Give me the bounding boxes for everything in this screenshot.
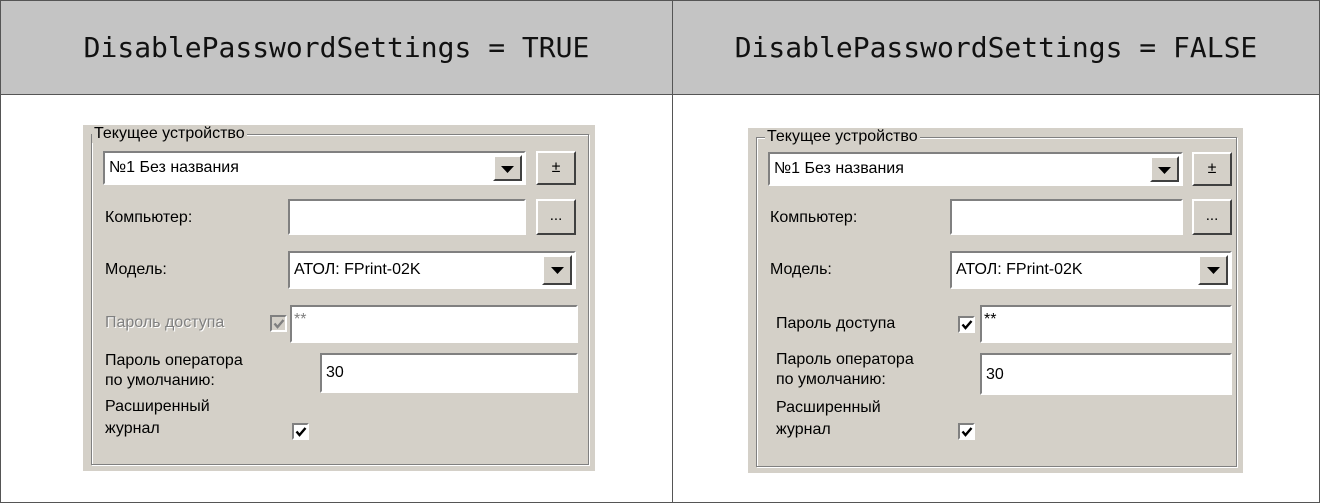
model-select-value: АТОЛ: FPrint-02K [956,261,1083,278]
browse-button[interactable]: ... [1192,199,1232,235]
operator-password-label-line1: Пароль оператора [105,352,243,369]
model-label: Модель: [770,261,832,278]
header-false: DisablePasswordSettings = FALSE [673,1,1319,95]
model-dropdown-button[interactable] [542,255,572,285]
extended-log-checkbox[interactable] [958,423,975,440]
chevron-down-icon [1206,267,1220,274]
group-title: Текущее устройство [92,125,247,143]
chevron-down-icon [501,166,514,173]
group-title: Текущее устройство [765,128,920,146]
device-panel-true: Текущее устройство №1 Без названия ± Ком… [83,125,595,471]
browse-button[interactable]: ... [536,199,576,235]
device-select-value: №1 Без названия [109,159,239,176]
device-select[interactable]: №1 Без названия [768,152,1183,186]
model-label: Модель: [105,261,167,278]
operator-password-field[interactable]: 30 [980,353,1232,395]
access-password-value: ** [294,311,307,328]
extended-log-label-line1: Расширенный [776,399,881,416]
access-password-value: ** [984,311,997,328]
device-select[interactable]: №1 Без названия [103,151,526,185]
comparison-table: DisablePasswordSettings = TRUE DisablePa… [0,0,1320,503]
access-password-checkbox[interactable] [958,316,975,333]
operator-password-label-line1: Пароль оператора [776,351,914,368]
chevron-down-icon [550,267,564,274]
access-password-field[interactable]: ** [980,305,1232,343]
computer-label: Компьютер: [105,209,193,226]
computer-field[interactable] [288,199,526,235]
access-password-field[interactable]: ** [290,305,578,343]
operator-password-field[interactable]: 30 [320,353,578,393]
column-divider [672,1,673,502]
plus-minus-button[interactable]: ± [1192,152,1232,186]
device-select-value: №1 Без названия [774,160,904,177]
access-password-label: Пароль доступа [105,314,225,331]
operator-password-label-line2: по умолчанию: [105,372,215,389]
extended-log-label-line2: журнал [105,420,160,437]
device-dropdown-button[interactable] [493,155,522,181]
header-true: DisablePasswordSettings = TRUE [1,1,672,95]
extended-log-label-line1: Расширенный [105,398,210,415]
model-select[interactable]: АТОЛ: FPrint-02K [950,251,1232,289]
operator-password-value: 30 [326,364,344,381]
extended-log-label-line2: журнал [776,421,831,438]
checkmark-icon [295,427,307,437]
checkmark-icon [273,319,285,329]
model-dropdown-button[interactable] [1198,255,1228,285]
computer-field[interactable] [950,199,1183,235]
model-select[interactable]: АТОЛ: FPrint-02K [288,251,576,289]
extended-log-checkbox[interactable] [292,423,309,440]
operator-password-value: 30 [986,366,1004,383]
plus-minus-button[interactable]: ± [536,151,576,185]
checkmark-icon [961,427,973,437]
access-password-checkbox[interactable] [270,315,287,332]
device-dropdown-button[interactable] [1150,156,1179,182]
checkmark-icon [961,320,973,330]
access-password-label: Пароль доступа [776,315,896,332]
model-select-value: АТОЛ: FPrint-02K [294,261,421,278]
computer-label: Компьютер: [770,209,858,226]
chevron-down-icon [1158,167,1171,174]
operator-password-label-line2: по умолчанию: [776,371,886,388]
device-panel-false: Текущее устройство №1 Без названия ± Ком… [748,128,1243,473]
